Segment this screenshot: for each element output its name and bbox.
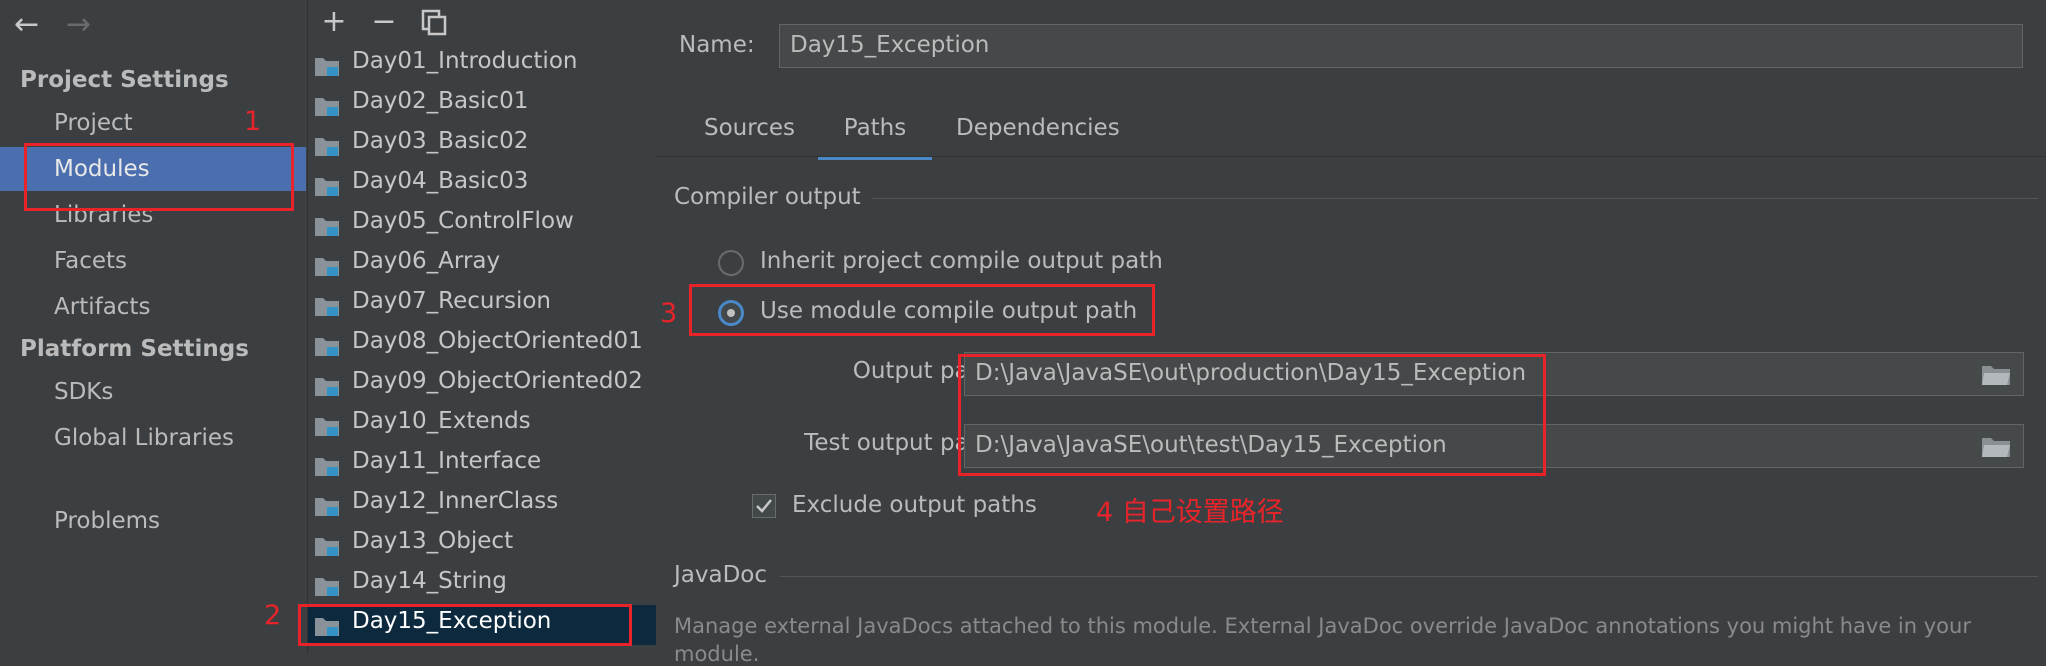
module-list-item[interactable]: Day14_String <box>308 565 656 605</box>
nav-item-label: Problems <box>54 508 161 534</box>
tab-label: Paths <box>843 115 907 141</box>
module-folder-icon <box>315 258 339 276</box>
tab-dependencies[interactable]: Dependencies <box>956 108 1120 156</box>
module-folder-icon <box>315 298 339 316</box>
checkmark-icon <box>756 499 772 513</box>
module-folder-icon <box>315 98 339 116</box>
javadoc-description: Manage external JavaDocs attached to thi… <box>674 614 1971 638</box>
module-list-item[interactable]: Day08_ObjectOriented01 <box>308 325 656 365</box>
module-label: Day08_ObjectOriented01 <box>352 328 643 354</box>
folder-browse-icon[interactable] <box>1981 364 2011 386</box>
exclude-output-checkbox[interactable] <box>752 494 776 518</box>
module-folder-icon <box>315 578 339 596</box>
annotation-step-2: 2 <box>264 600 282 631</box>
module-list-item[interactable]: Day06_Array <box>308 245 656 285</box>
module-list-item[interactable]: Day05_ControlFlow <box>308 205 656 245</box>
radio-inherit-label[interactable]: Inherit project compile output path <box>760 248 1163 274</box>
module-label: Day09_ObjectOriented02 <box>352 368 643 394</box>
module-list-item[interactable]: Day09_ObjectOriented02 <box>308 365 656 405</box>
name-label: Name: <box>679 32 755 58</box>
exclude-output-label[interactable]: Exclude output paths <box>792 492 1037 518</box>
back-arrow-icon[interactable]: ← <box>14 8 39 42</box>
module-list-item[interactable]: Day04_Basic03 <box>308 165 656 205</box>
nav-item-sdks[interactable]: SDKs <box>0 370 306 414</box>
settings-sidebar: ← → Project Settings Project Modules Lib… <box>0 0 306 654</box>
tab-sources[interactable]: Sources <box>704 108 795 156</box>
module-list-item[interactable]: Day10_Extends <box>308 405 656 445</box>
module-label: Day06_Array <box>352 248 501 274</box>
module-label: Day02_Basic01 <box>352 88 529 114</box>
radio-inherit-output[interactable] <box>718 250 744 276</box>
module-list-item[interactable]: Day11_Interface <box>308 445 656 485</box>
project-settings-header: Project Settings <box>20 67 229 93</box>
module-label: Day11_Interface <box>352 448 542 474</box>
module-folder-icon <box>315 418 339 436</box>
annotation-box-1 <box>24 143 294 211</box>
module-folder-icon <box>315 58 339 76</box>
compiler-output-title: Compiler output <box>674 184 861 210</box>
name-value: Day15_Exception <box>790 32 990 58</box>
module-label: Day04_Basic03 <box>352 168 529 194</box>
nav-item-label: Artifacts <box>54 294 151 320</box>
annotation-box-3 <box>689 284 1155 336</box>
javadoc-description-cut: module. <box>674 642 760 666</box>
annotation-step-1: 1 <box>244 106 262 137</box>
annotation-box-4 <box>958 354 1546 476</box>
tab-label: Dependencies <box>956 115 1120 141</box>
nav-item-facets[interactable]: Facets <box>0 239 306 283</box>
name-input[interactable]: Day15_Exception <box>779 24 2023 68</box>
module-folder-icon <box>315 538 339 556</box>
module-folder-icon <box>315 378 339 396</box>
nav-item-label: SDKs <box>54 379 114 405</box>
module-label: Day01_Introduction <box>352 48 578 74</box>
module-list-item[interactable]: Day02_Basic01 <box>308 85 656 125</box>
module-folder-icon <box>315 218 339 236</box>
nav-item-problems[interactable]: Problems <box>0 499 306 543</box>
module-label: Day12_InnerClass <box>352 488 559 514</box>
annotation-step-3: 3 <box>660 298 678 329</box>
module-list-item[interactable]: Day01_Introduction <box>308 45 656 85</box>
module-label: Day05_ControlFlow <box>352 208 574 234</box>
folder-browse-icon[interactable] <box>1981 436 2011 458</box>
module-label: Day07_Recursion <box>352 288 551 314</box>
platform-settings-header: Platform Settings <box>20 336 249 362</box>
tab-label: Sources <box>704 115 795 141</box>
module-folder-icon <box>315 498 339 516</box>
javadoc-title: JavaDoc <box>674 562 768 588</box>
module-folder-icon <box>315 458 339 476</box>
module-list-item[interactable]: Day13_Object <box>308 525 656 565</box>
nav-item-artifacts[interactable]: Artifacts <box>0 285 306 329</box>
nav-item-label: Project <box>54 110 133 136</box>
module-label: Day03_Basic02 <box>352 128 529 154</box>
nav-item-label: Global Libraries <box>54 425 235 451</box>
module-list-panel: + − Day01_Introduction Day02_Basic01 Day03… <box>307 0 657 654</box>
module-list-item[interactable]: Day07_Recursion <box>308 285 656 325</box>
module-label: Day14_String <box>352 568 507 594</box>
nav-item-global-libraries[interactable]: Global Libraries <box>0 416 306 460</box>
module-list-item[interactable]: Day03_Basic02 <box>308 125 656 165</box>
module-label: Day10_Extends <box>352 408 531 434</box>
annotation-box-2 <box>298 604 632 646</box>
plus-icon[interactable]: + <box>316 4 352 40</box>
module-list-item[interactable]: Day12_InnerClass <box>308 485 656 525</box>
group-divider <box>780 576 2038 577</box>
minus-icon[interactable]: − <box>366 4 402 40</box>
tab-paths[interactable]: Paths <box>818 108 932 160</box>
copy-icon[interactable] <box>416 4 452 40</box>
module-folder-icon <box>315 138 339 156</box>
group-divider <box>872 198 2038 199</box>
annotation-step-4: 4 自己设置路径 <box>1096 497 1284 528</box>
module-folder-icon <box>315 178 339 196</box>
nav-item-label: Facets <box>54 248 128 274</box>
module-folder-icon <box>315 338 339 356</box>
tab-divider <box>656 156 2046 157</box>
module-label: Day13_Object <box>352 528 514 554</box>
forward-arrow-icon[interactable]: → <box>66 8 91 42</box>
